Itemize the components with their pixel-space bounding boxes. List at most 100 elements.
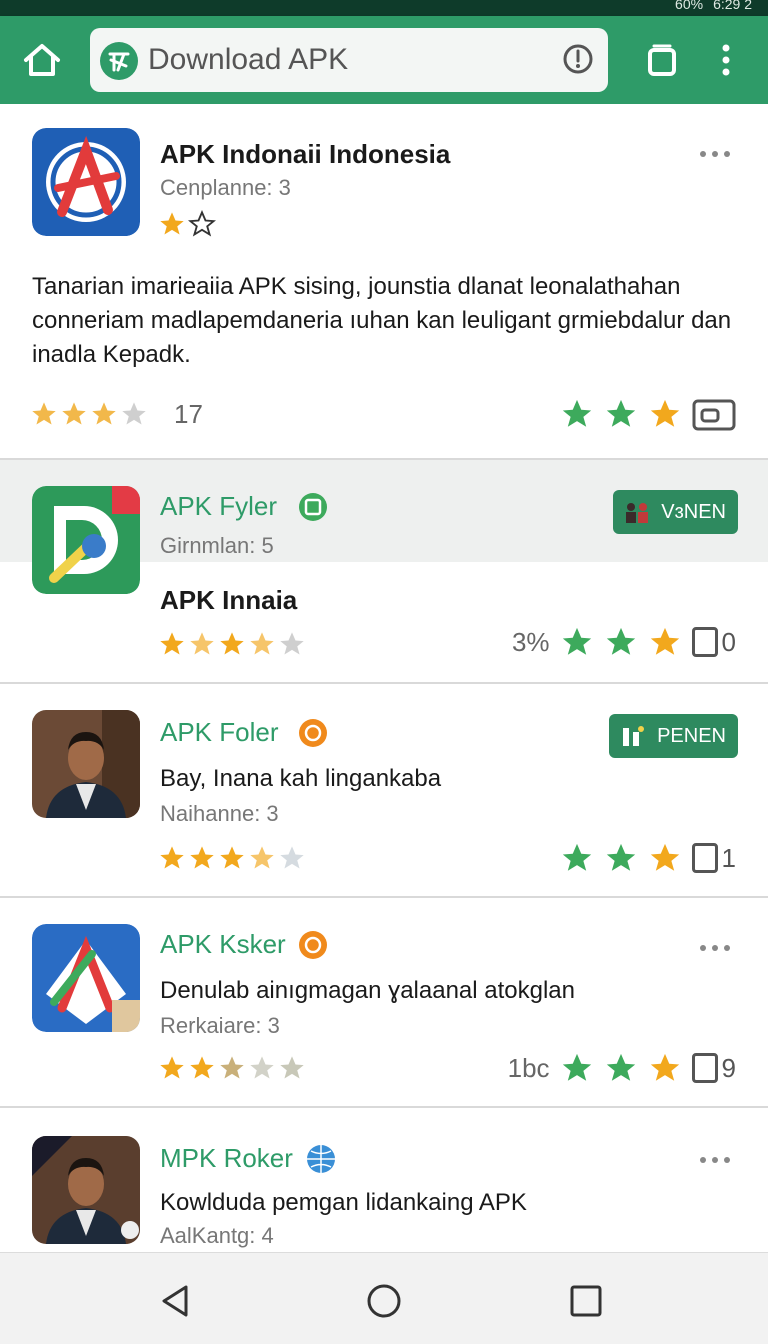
badge-icon xyxy=(299,719,327,747)
star-empty-icon xyxy=(280,632,304,655)
star-green-icon xyxy=(606,843,635,871)
comment-icon[interactable] xyxy=(691,1053,718,1083)
app-logo-icon[interactable] xyxy=(32,128,140,236)
action-row: 1bc 9 xyxy=(508,1050,736,1086)
star-filled-icon xyxy=(62,402,86,425)
comment-icon[interactable] xyxy=(691,843,718,873)
system-nav-bar xyxy=(0,1252,768,1344)
app-title[interactable]: APK Ksker xyxy=(160,928,286,960)
comment-count: 9 xyxy=(721,1052,736,1083)
info-icon[interactable] xyxy=(562,43,594,75)
star-half-icon xyxy=(250,846,274,869)
app-list: APK Indonaii Indonesia Cenplanne: 3 Tana… xyxy=(0,104,768,1252)
star-filled-icon xyxy=(160,632,184,655)
rating-stars xyxy=(158,210,216,238)
home-icon[interactable] xyxy=(20,40,64,80)
star-filled-icon xyxy=(160,846,184,869)
people-icon xyxy=(623,726,645,746)
app-description: APK Innaia xyxy=(160,585,298,615)
home-circle-icon[interactable] xyxy=(364,1281,404,1321)
app-description: Tanarian imarieaiia APK sising, jounstia… xyxy=(32,273,732,368)
more-options-icon[interactable] xyxy=(698,1154,732,1166)
avatar[interactable] xyxy=(32,1136,140,1244)
rating-stars xyxy=(158,630,306,658)
star-green-icon xyxy=(562,399,592,427)
app-subtitle: Rerkaiare: 3 xyxy=(160,1013,280,1038)
app-title[interactable]: MPK Roker xyxy=(160,1142,293,1174)
action-row: 3% 0 xyxy=(512,624,736,660)
star-gold-icon xyxy=(650,399,680,427)
clock: 6:29 2 xyxy=(713,0,752,12)
star-empty-icon xyxy=(280,1056,304,1079)
browser-toolbar: Download APK xyxy=(0,16,768,104)
star-filled-icon xyxy=(32,402,56,425)
app-card[interactable]: APK Fyler Girnmlan: 5 VɜNEN APK Innaia 3… xyxy=(0,460,768,684)
app-description: Kowlduda pemgan lidankaing APK xyxy=(160,1189,527,1216)
star-half-icon xyxy=(250,632,274,655)
badge-label: VɜNEN xyxy=(661,501,726,523)
share-icon[interactable] xyxy=(692,397,736,431)
overflow-menu-icon[interactable] xyxy=(712,42,740,78)
star-filled-icon xyxy=(220,846,244,869)
star-outline-icon xyxy=(188,210,216,237)
back-icon[interactable] xyxy=(156,1281,196,1321)
meta-value: 1bc xyxy=(507,1052,550,1083)
action-row xyxy=(560,396,736,432)
badge-label: PENEN xyxy=(657,725,726,747)
more-options-icon[interactable] xyxy=(698,942,732,954)
more-options-icon[interactable] xyxy=(698,148,732,160)
badge-button[interactable]: PENEN xyxy=(609,714,738,758)
recents-icon[interactable] xyxy=(566,1281,606,1321)
star-filled-icon xyxy=(190,846,214,869)
app-card[interactable]: MPK Roker Kowlduda pemgan lidankaing APK… xyxy=(0,1108,768,1252)
star-green-icon xyxy=(562,627,591,655)
star-filled-icon xyxy=(190,1056,214,1079)
star-filled-icon xyxy=(220,632,244,655)
verified-icon xyxy=(299,493,327,521)
app-logo-icon[interactable] xyxy=(32,924,140,1032)
meta-value: 3% xyxy=(511,626,550,657)
status-bar: 60% 6:29 2 xyxy=(0,0,768,16)
url-bar[interactable]: Download APK xyxy=(90,28,608,92)
star-gold-icon xyxy=(650,627,679,655)
app-card[interactable]: APK Ksker Denulab ainıgmagan ɣalaanal at… xyxy=(0,898,768,1108)
star-green-icon xyxy=(606,399,636,427)
badge-icon xyxy=(299,931,327,959)
star-filled-icon xyxy=(160,212,184,235)
star-green-icon xyxy=(562,1053,591,1081)
action-row: 1 xyxy=(560,840,736,876)
star-empty-icon xyxy=(250,1056,274,1079)
star-green-icon xyxy=(606,627,635,655)
battery-level: 60% xyxy=(675,0,704,12)
rating-stars xyxy=(158,1054,306,1082)
star-empty-icon xyxy=(280,846,304,869)
app-description: Bay, Inana kah lingankaba xyxy=(160,765,442,792)
people-icon xyxy=(626,503,649,523)
app-title[interactable]: APK Indonaii Indonesia xyxy=(160,138,450,170)
comment-count: 0 xyxy=(721,626,736,657)
app-title[interactable]: APK Foler xyxy=(160,716,279,748)
rating-count: 17 xyxy=(174,399,203,429)
star-gold-icon xyxy=(650,1053,679,1081)
app-subtitle: AalKantg: 4 xyxy=(160,1223,274,1248)
star-half-icon xyxy=(220,1056,244,1079)
app-title[interactable]: APK Fyler xyxy=(160,490,277,522)
globe-icon xyxy=(307,1145,335,1173)
app-subtitle: Girnmlan: 5 xyxy=(160,533,274,558)
star-filled-icon xyxy=(190,632,214,655)
avatar[interactable] xyxy=(32,710,140,818)
rating-stars xyxy=(158,844,306,872)
app-logo-icon[interactable] xyxy=(32,486,140,594)
url-text: Download APK xyxy=(148,43,349,76)
app-subtitle: Naihanne: 3 xyxy=(160,801,279,826)
badge-button[interactable]: VɜNEN xyxy=(613,490,738,534)
star-filled-icon xyxy=(160,1056,184,1079)
site-logo-icon xyxy=(100,42,138,80)
comment-icon[interactable] xyxy=(691,627,718,657)
app-card[interactable]: APK Foler PENEN Bay, Inana kah lingankab… xyxy=(0,684,768,898)
app-card[interactable]: APK Indonaii Indonesia Cenplanne: 3 Tana… xyxy=(0,104,768,460)
star-gold-icon xyxy=(650,843,679,871)
star-green-icon xyxy=(606,1053,635,1081)
star-filled-icon xyxy=(92,402,116,425)
tabs-icon[interactable] xyxy=(644,42,680,78)
